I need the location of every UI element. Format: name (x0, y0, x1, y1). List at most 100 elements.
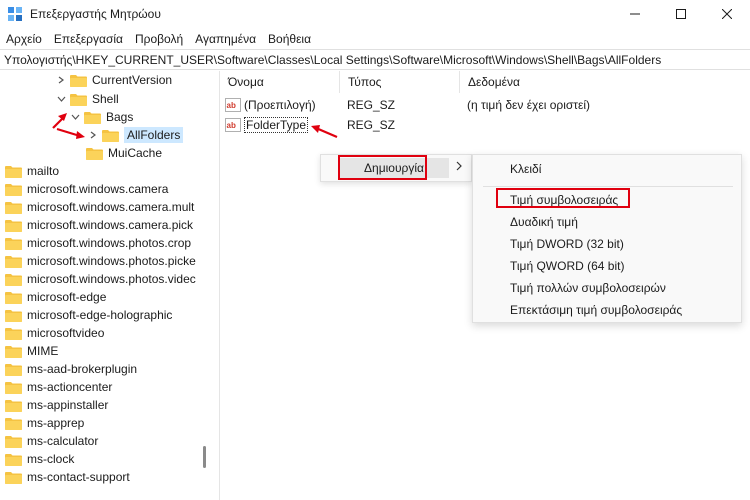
chevron-down-icon[interactable] (68, 110, 82, 124)
folder-icon (5, 219, 22, 232)
value-data: (η τιμή δεν έχει οριστεί) (467, 97, 591, 112)
tree-item-label: microsoft.windows.photos.picke (27, 254, 196, 268)
menu-separator (483, 186, 733, 187)
value-name: FolderType (244, 116, 309, 133)
chevron-right-icon[interactable] (54, 73, 68, 87)
tree-item-allfolders[interactable]: AllFolders (86, 126, 184, 144)
tree-item[interactable]: microsoft-edge (5, 288, 106, 306)
minimize-button[interactable] (612, 0, 658, 28)
tree-item[interactable]: microsoft.windows.camera.mult (5, 198, 194, 216)
value-row-default[interactable]: ab (Προεπιλογή) REG_SZ (η τιμή δεν έχει … (225, 95, 745, 114)
folder-icon (5, 363, 22, 376)
tree-item[interactable]: microsoft.windows.camera (5, 180, 168, 198)
tree-item-label: ms-calculator (27, 434, 99, 448)
tree-item-bags[interactable]: Bags (68, 108, 133, 126)
folder-icon (5, 237, 22, 250)
tree-scrollbar-thumb[interactable] (203, 446, 206, 468)
submenu-item-dword-value[interactable]: Τιμή DWORD (32 bit) (510, 234, 624, 254)
tree-item-label: ms-clock (27, 452, 75, 466)
tree-item-label: microsoft-edge-holographic (27, 308, 173, 322)
tree-item-label: microsoft.windows.photos.videc (27, 272, 196, 286)
tree-item[interactable]: ms-calculator (5, 432, 98, 450)
folder-icon (5, 381, 22, 394)
tree-item-shell[interactable]: Shell (54, 90, 119, 108)
value-type: REG_SZ (347, 97, 396, 112)
folder-icon (5, 453, 22, 466)
tree-item-label: microsoft.windows.camera.pick (27, 218, 194, 232)
tree-item[interactable]: microsoft.windows.photos.crop (5, 234, 191, 252)
tree-item[interactable]: MIME (5, 342, 58, 360)
tree-item[interactable]: microsoft-edge-holographic (5, 306, 172, 324)
tree-item-label: microsoftvideo (27, 326, 105, 340)
tree-item-currentversion[interactable]: CurrentVersion (54, 71, 172, 89)
folder-icon (5, 273, 22, 286)
submenu-item-multi-string-value[interactable]: Τιμή πολλών συμβολοσειρών (510, 278, 666, 298)
menu-view[interactable]: Προβολή (129, 32, 189, 46)
tree-item-label: MuiCache (108, 146, 163, 160)
svg-text:ab: ab (227, 121, 236, 130)
address-path: Υπολογιστής\HKEY_CURRENT_USER\Software\C… (4, 52, 662, 67)
tree-item[interactable]: microsoft.windows.photos.picke (5, 252, 196, 270)
folder-icon (5, 435, 22, 448)
folder-icon (5, 165, 22, 178)
column-header-type[interactable]: Τύπος (340, 71, 460, 93)
tree-item[interactable]: microsoft.windows.camera.pick (5, 216, 193, 234)
tree-item[interactable]: ms-actioncenter (5, 378, 112, 396)
folder-icon (5, 255, 22, 268)
tree-item-label: ms-contact-support (27, 470, 130, 484)
folder-icon (70, 74, 87, 87)
tree-item-label: Bags (106, 110, 134, 124)
menu-bar: Αρχείο Επεξεργασία Προβολή Αγαπημένα Βοή… (0, 28, 750, 49)
tree-item-label: mailto (27, 164, 60, 178)
highlight-box-new (338, 155, 427, 180)
submenu-item-qword-value[interactable]: Τιμή QWORD (64 bit) (510, 256, 624, 276)
window-title: Επεξεργαστής Μητρώου (30, 7, 161, 21)
tree-item-label: ms-apprep (27, 416, 85, 430)
string-value-icon: ab (225, 117, 241, 132)
tree-item-label: MIME (27, 344, 59, 358)
maximize-button[interactable] (658, 0, 704, 28)
maximize-icon (676, 9, 686, 19)
folder-icon (5, 399, 22, 412)
menu-edit[interactable]: Επεξεργασία (48, 32, 129, 46)
close-button[interactable] (704, 0, 750, 28)
folder-icon (5, 183, 22, 196)
tree-item[interactable]: ms-appinstaller (5, 396, 108, 414)
close-icon (722, 9, 732, 19)
value-row-foldertype[interactable]: ab FolderType REG_SZ (225, 115, 745, 134)
column-header-data[interactable]: Δεδομένα (460, 71, 750, 93)
tree-item[interactable]: ms-clock (5, 450, 74, 468)
value-type: REG_SZ (347, 117, 396, 132)
submenu-item-binary-value[interactable]: Δυαδική τιμή (510, 212, 578, 232)
tree-item-label: ms-appinstaller (27, 398, 109, 412)
tree-item-label: ms-aad-brokerplugin (27, 362, 138, 376)
svg-text:ab: ab (227, 101, 236, 110)
menu-favorites[interactable]: Αγαπημένα (189, 32, 262, 46)
folder-icon (5, 345, 22, 358)
column-header-name[interactable]: Όνομα (220, 71, 340, 93)
new-submenu: Κλειδί Τιμή συμβολοσειράς Δυαδική τιμή Τ… (472, 154, 742, 323)
tree-item[interactable]: ms-aad-brokerplugin (5, 360, 137, 378)
tree-item-label: microsoft-edge (27, 290, 107, 304)
tree-item-muicache[interactable]: MuiCache (70, 144, 162, 162)
tree-item[interactable]: ms-contact-support (5, 468, 130, 486)
tree-pane: CurrentVersion Shell Bags AllFolders Mui… (0, 71, 210, 500)
folder-icon (5, 291, 22, 304)
menu-file[interactable]: Αρχείο (0, 32, 48, 46)
tree-item[interactable]: microsoft.windows.photos.videc (5, 270, 196, 288)
folder-icon (86, 147, 103, 160)
chevron-down-icon[interactable] (54, 92, 68, 106)
chevron-right-icon[interactable] (86, 128, 100, 142)
tree-item[interactable]: mailto (5, 162, 59, 180)
submenu-item-expandable-string-value[interactable]: Επεκτάσιμη τιμή συμβολοσειράς (510, 300, 682, 320)
tree-item-label: microsoft.windows.camera.mult (27, 200, 195, 214)
tree-item-label: microsoft.windows.camera (27, 182, 169, 196)
folder-icon (5, 309, 22, 322)
address-bar[interactable]: Υπολογιστής\HKEY_CURRENT_USER\Software\C… (0, 49, 750, 70)
submenu-item-key[interactable]: Κλειδί (510, 159, 541, 179)
tree-item[interactable]: ms-apprep (5, 414, 84, 432)
tree-item[interactable]: microsoftvideo (5, 324, 104, 342)
value-name: (Προεπιλογή) (244, 97, 316, 112)
menu-help[interactable]: Βοήθεια (262, 32, 317, 46)
